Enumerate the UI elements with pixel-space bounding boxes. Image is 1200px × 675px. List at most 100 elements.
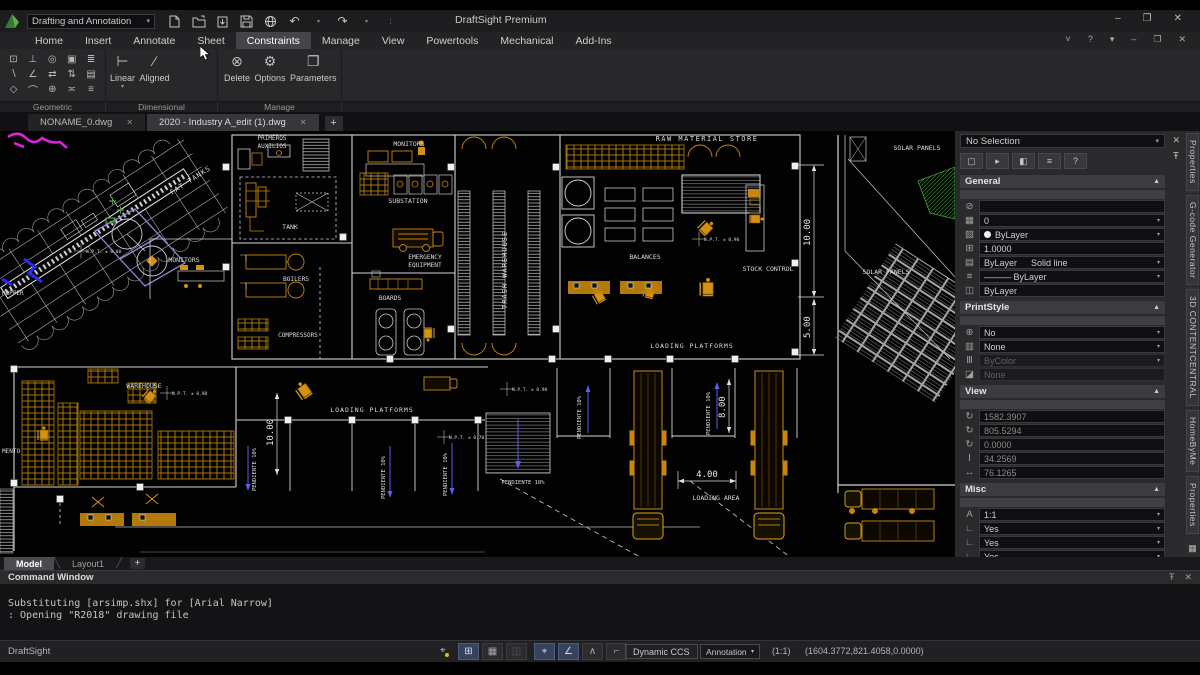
close-icon[interactable]: ✕	[126, 118, 133, 127]
new-document-button[interactable]: +	[324, 116, 343, 131]
help-dropdown-icon[interactable]: ▾	[1110, 34, 1115, 45]
property-row-linescale[interactable]: ⊞ 1.0000	[960, 242, 1165, 255]
tab-manage[interactable]: Manage	[311, 32, 371, 49]
property-row-transparency[interactable]: ◫ ByLayer	[960, 284, 1165, 297]
tab-layout1[interactable]: Layout1	[60, 557, 116, 570]
geometric-icon[interactable]: ▤	[84, 67, 99, 81]
close-icon[interactable]: ✕	[300, 118, 307, 127]
property-row-printstyle[interactable]: ⊕ No ▾	[960, 326, 1165, 339]
tab-addins[interactable]: Add-Ins	[565, 32, 623, 49]
tab-constraints[interactable]: Constraints	[235, 32, 311, 49]
section-view[interactable]: View ▲	[960, 385, 1165, 398]
workspace-selector[interactable]: Drafting and Annotation ▾	[27, 13, 155, 29]
property-row-printstyle-table[interactable]: ▥ None ▾	[960, 340, 1165, 353]
geometric-icon[interactable]: ≡	[84, 82, 99, 96]
select-matching-icon[interactable]: ▢	[960, 153, 983, 169]
doc-restore-icon[interactable]: ❐	[1153, 34, 1161, 45]
geometric-icon[interactable]: ≍	[64, 82, 79, 96]
help-icon[interactable]: ?	[1064, 153, 1087, 169]
tab-mechanical[interactable]: Mechanical	[489, 32, 564, 49]
geometric-icon[interactable]: ⌒	[25, 82, 40, 97]
selection-dropdown[interactable]: No Selection ▾	[960, 134, 1165, 148]
section-misc[interactable]: Misc ▲	[960, 483, 1165, 496]
restore-button[interactable]: ❐	[1143, 13, 1152, 24]
tab-sheet[interactable]: Sheet	[186, 32, 235, 49]
geometric-icon[interactable]: ▣	[64, 52, 79, 66]
target-snap-icon[interactable]: ⌖	[440, 645, 449, 657]
section-general[interactable]: General ▲	[960, 175, 1165, 188]
esnap-toggle[interactable]: ⌖	[534, 643, 555, 660]
parameters-button[interactable]: ❐ Parameters	[290, 49, 337, 101]
property-row-layer[interactable]: ▦ 0 ▾	[960, 214, 1165, 227]
property-row-annotation-scale[interactable]: A 1:1 ▾	[960, 508, 1165, 521]
command-close-icon[interactable]: ✕	[1184, 572, 1192, 583]
aligned-button[interactable]: ∕ Aligned	[139, 49, 169, 101]
minimize-button[interactable]: –	[1115, 13, 1121, 24]
property-row-ucs-icon-on[interactable]: ∟ Yes ▾	[960, 522, 1165, 535]
polar-toggle[interactable]: ∧	[582, 643, 603, 660]
linear-button[interactable]: ⊢ Linear ▾	[110, 49, 135, 101]
save-icon[interactable]	[239, 14, 254, 28]
doc-minimize-icon[interactable]: –	[1131, 34, 1136, 45]
dynamic-ccs-button[interactable]: Dynamic CCS	[625, 644, 698, 659]
select-window-icon[interactable]: ◧	[1012, 153, 1035, 169]
ribbon-collapse-icon[interactable]: ˅	[1066, 34, 1071, 45]
match-properties-icon[interactable]: ≡	[1038, 153, 1061, 169]
panel-grid-icon[interactable]: ▦	[1188, 543, 1197, 554]
geometric-icon[interactable]: ∖	[6, 67, 21, 81]
select-entities-icon[interactable]: ▸	[986, 153, 1009, 169]
geometric-icon[interactable]: ⊡	[6, 52, 21, 66]
options-button[interactable]: ⚙ Options	[254, 49, 285, 101]
help-icon[interactable]: ?	[1088, 34, 1093, 45]
property-row-linecolor[interactable]: ▨ ByLayer ▾	[960, 228, 1165, 241]
geometric-icon[interactable]: ◇	[6, 82, 21, 96]
side-tab-properties[interactable]: Properties	[1186, 133, 1199, 191]
delete-button[interactable]: ⊗ Delete	[224, 49, 250, 101]
etrack-toggle[interactable]: ∠	[558, 643, 579, 660]
close-button[interactable]: ✕	[1174, 13, 1182, 24]
geometric-icon[interactable]: ≣	[84, 52, 99, 66]
toolbar-overflow-icon[interactable]: ⋮	[383, 14, 398, 28]
undo-icon[interactable]: ↶	[287, 14, 302, 28]
undo-dropdown-icon[interactable]: ▾	[311, 14, 326, 28]
tab-insert[interactable]: Insert	[74, 32, 122, 49]
command-pin-icon[interactable]: Ŧ	[1169, 572, 1175, 583]
side-tab-homebyme[interactable]: HomeByMe	[1186, 409, 1199, 473]
redo-icon[interactable]: ↷	[335, 14, 350, 28]
section-printstyle[interactable]: PrintStyle ▲	[960, 301, 1165, 314]
geometric-icon[interactable]: ⊥	[25, 52, 40, 66]
geometric-icon[interactable]: ∠	[25, 67, 40, 81]
new-file-icon[interactable]	[167, 14, 182, 28]
command-window-header[interactable]: Command Window Ŧ ✕	[0, 570, 1200, 584]
doc-close-icon[interactable]: ✕	[1178, 34, 1186, 45]
tab-powertools[interactable]: Powertools	[415, 32, 489, 49]
web-icon[interactable]	[263, 14, 278, 28]
drawing-canvas[interactable]: HOPPER MENTO FAT TANKS 10.00 5.00 10.00 …	[0, 131, 997, 558]
doc-tab-noname[interactable]: NONAME_0.dwg ✕	[28, 114, 146, 131]
geometric-icon[interactable]: ⇅	[64, 67, 79, 81]
property-row-hyperlink[interactable]: ⊘	[960, 200, 1165, 213]
property-row-lineweight[interactable]: ≡ ——— ByLayer ▾	[960, 270, 1165, 283]
side-tab-gcode[interactable]: G-code Generator	[1186, 194, 1199, 286]
ortho-toggle[interactable]: ◫	[506, 643, 527, 660]
add-sheet-button[interactable]: +	[130, 558, 146, 569]
annotation-scale-dropdown[interactable]: Annotation ▾	[700, 644, 760, 659]
geometric-icon[interactable]: ◎	[45, 52, 60, 66]
panel-close-icon[interactable]: ✕	[1172, 135, 1180, 146]
redo-dropdown-icon[interactable]: ▾	[359, 14, 374, 28]
snap-toggle[interactable]: ⊞	[458, 643, 479, 660]
tab-view[interactable]: View	[371, 32, 416, 49]
tab-annotate[interactable]: Annotate	[122, 32, 186, 49]
ccs-icon-toggle[interactable]: ⌐	[606, 643, 627, 660]
side-tab-properties-2[interactable]: Properties	[1186, 476, 1199, 534]
tab-home[interactable]: Home	[24, 32, 74, 49]
doc-tab-industry[interactable]: 2020 - Industry A_edit (1).dwg ✕	[147, 114, 319, 131]
geometric-icon[interactable]: ⊕	[45, 82, 60, 96]
tab-model[interactable]: Model	[4, 557, 54, 570]
property-row-ucs-origin[interactable]: ∟ Yes ▾	[960, 536, 1165, 549]
panel-pin-icon[interactable]: Ŧ	[1173, 151, 1179, 162]
grid-toggle[interactable]: ▦	[482, 643, 503, 660]
import-icon[interactable]	[215, 14, 230, 28]
geometric-icon[interactable]: ⇄	[45, 67, 60, 81]
side-tab-3dcontentcentral[interactable]: 3D CONTENTCENTRAL	[1186, 289, 1199, 406]
